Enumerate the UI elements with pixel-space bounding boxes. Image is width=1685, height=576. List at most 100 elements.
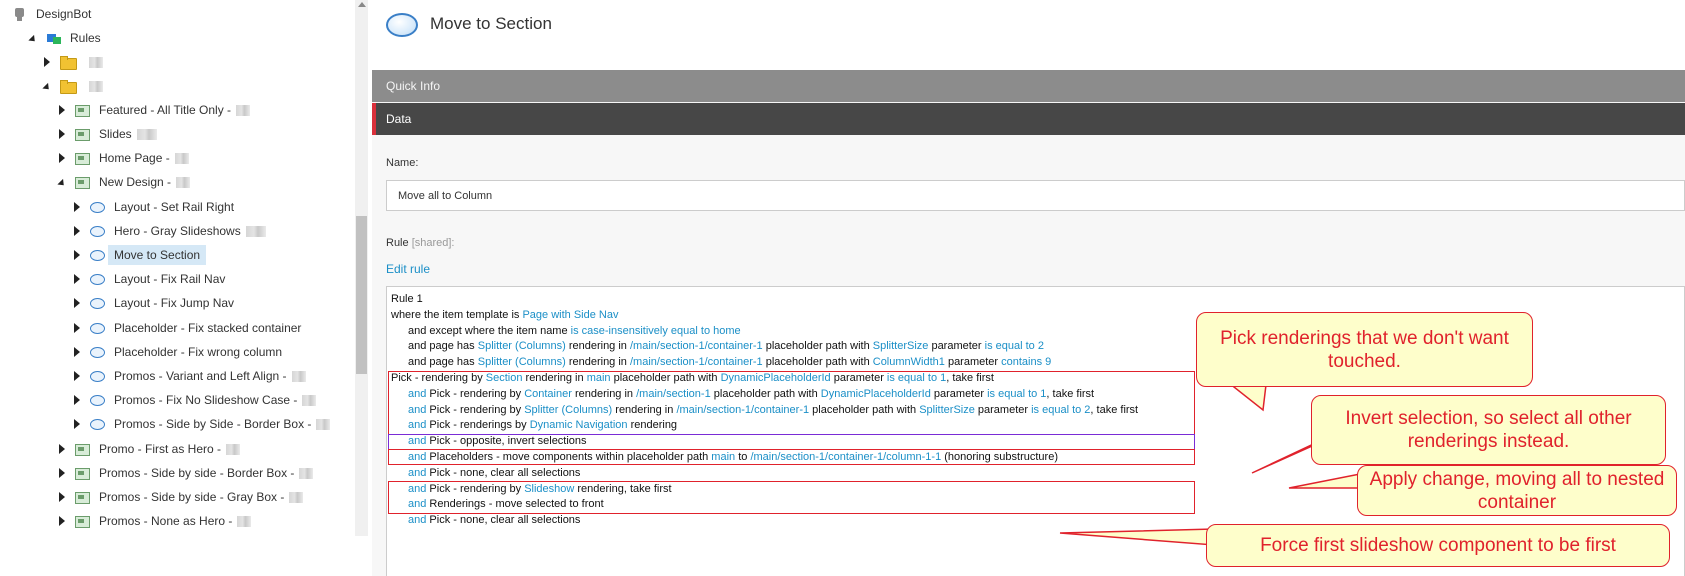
rule-parameter-link[interactable]: is case-insensitively equal to home — [571, 325, 741, 337]
rule-parameter-link[interactable]: is equal to 2 — [985, 340, 1044, 352]
page-title: Move to Section — [430, 14, 552, 33]
rule-parameter-link[interactable]: /main/section-1/container-1 — [630, 356, 763, 368]
edit-rule-link[interactable]: Edit rule — [386, 262, 430, 276]
expand-arrow-icon[interactable] — [57, 492, 67, 502]
tree-node-rule[interactable]: Placeholder - Fix wrong column — [72, 341, 282, 363]
tree-node-label: Rules — [70, 31, 101, 45]
rule-parameter-link[interactable]: and — [408, 483, 426, 495]
rule-parameter-link[interactable]: and — [408, 435, 426, 447]
expand-arrow-icon[interactable] — [57, 468, 67, 478]
expand-arrow-icon[interactable] — [72, 202, 82, 212]
rule-parameter-link[interactable]: SplitterSize — [919, 404, 975, 416]
expand-arrow-icon[interactable] — [72, 274, 82, 284]
scrollbar-thumb[interactable] — [356, 216, 367, 374]
rule-text: Placeholders - move components within pl… — [426, 451, 712, 463]
rule-parameter-link[interactable]: Splitter (Columns) — [478, 356, 566, 368]
expand-arrow-icon[interactable] — [57, 153, 67, 163]
expand-arrow-icon[interactable] — [72, 323, 82, 333]
rule-parameter-link[interactable]: and — [408, 451, 426, 463]
rule-item-icon — [75, 175, 91, 189]
expand-arrow-icon[interactable] — [72, 419, 82, 429]
tree-node-rule[interactable]: Promos - Variant and Left Align - — [72, 365, 306, 387]
tree-node-rules[interactable]: Rules — [28, 27, 101, 49]
tree-node-rule-item[interactable]: Promos - Side by side - Gray Box - — [57, 486, 304, 508]
expand-arrow-icon[interactable] — [42, 57, 52, 67]
rule-parameter-link[interactable]: Splitter (Columns) — [478, 340, 566, 352]
tree-node-rule[interactable]: Promos - Side by Side - Border Box - — [72, 413, 331, 435]
collapse-arrow-icon[interactable] — [28, 33, 38, 43]
tree-node-rule-item[interactable]: Promo - First as Hero - — [57, 438, 241, 460]
rule-parameter-link[interactable]: ColumnWidth1 — [873, 356, 945, 368]
rule-parameter-link[interactable]: and — [408, 514, 426, 526]
rule-parameter-link[interactable]: /main/section-1/container-1 — [630, 340, 763, 352]
expand-arrow-icon[interactable] — [72, 250, 82, 260]
rule-text: Rule 1 — [391, 293, 423, 305]
expand-arrow-icon[interactable] — [72, 395, 82, 405]
expand-arrow-icon[interactable] — [72, 298, 82, 308]
rule-parameter-link[interactable]: Dynamic Navigation — [530, 419, 628, 431]
tree-node-folder[interactable] — [42, 75, 103, 97]
rule-parameter-link[interactable]: and — [408, 498, 426, 510]
rule-parameter-link[interactable]: /main/section-1/container-1/column-1-1 — [750, 451, 941, 463]
section-data[interactable]: Data — [372, 103, 1685, 135]
tree-node-folder[interactable] — [42, 51, 103, 73]
name-field[interactable]: Move all to Column — [386, 180, 1685, 211]
rule-text: Pick - rendering by — [426, 403, 525, 416]
tree-node-rule-item[interactable]: Slides — [57, 123, 157, 145]
rule-item-icon — [75, 127, 91, 141]
rule-parameter-link[interactable]: /main/section-1 — [636, 388, 711, 400]
tree-node-rule-selected[interactable]: Move to Section — [72, 244, 207, 266]
expand-arrow-icon[interactable] — [57, 516, 67, 526]
expand-arrow-icon[interactable] — [57, 129, 67, 139]
section-quick-info[interactable]: Quick Info — [372, 70, 1685, 102]
tree-scrollbar[interactable] — [355, 0, 368, 536]
rule-parameter-link[interactable]: is equal to 1 — [987, 388, 1046, 400]
tree-node-rule-item[interactable]: Home Page - — [57, 147, 189, 169]
tree-node-rule[interactable]: Hero - Gray Slideshows — [72, 220, 266, 242]
callout-slideshow-first: Force first slideshow component to be fi… — [1206, 524, 1670, 567]
rule-parameter-link[interactable]: main — [587, 372, 611, 384]
expand-arrow-icon[interactable] — [72, 371, 82, 381]
rule-line: and Pick - none, clear all selections — [408, 466, 580, 480]
collapse-arrow-icon[interactable] — [42, 81, 52, 91]
collapse-arrow-icon[interactable] — [57, 177, 67, 187]
rule-parameter-link[interactable]: Page with Side Nav — [522, 309, 618, 321]
rule-text: and except where the item name — [408, 324, 571, 337]
rule-parameter-link[interactable]: Splitter (Columns) — [524, 404, 612, 416]
rule-parameter-link[interactable]: /main/section-1/container-1 — [676, 404, 809, 416]
tree-node-rule-item[interactable]: Promos - Side by side - Border Box - — [57, 462, 314, 484]
tree-node-rule-item[interactable]: Promos - None as Hero - — [57, 510, 252, 532]
tree-node-rule-item[interactable]: Featured - All Title Only - — [57, 99, 251, 121]
oval-icon — [90, 393, 106, 407]
scroll-up-arrow-icon[interactable] — [358, 2, 366, 7]
tree-node-label: Promo - First as Hero - — [99, 442, 222, 456]
rule-parameter-link[interactable]: Section — [486, 372, 523, 384]
tree-node-rule[interactable]: Layout - Fix Rail Nav — [72, 268, 225, 290]
tree-node-rule[interactable]: Promos - Fix No Slideshow Case - — [72, 389, 317, 411]
rule-parameter-link[interactable]: Slideshow — [524, 483, 574, 495]
tree-node-rule[interactable]: Layout - Fix Jump Nav — [72, 292, 234, 314]
tree-node-rule[interactable]: Layout - Set Rail Right — [72, 196, 234, 218]
rule-parameter-link[interactable]: main — [711, 451, 735, 463]
expand-arrow-icon[interactable] — [57, 444, 67, 454]
expand-arrow-icon[interactable] — [57, 105, 67, 115]
rule-parameter-link[interactable]: is equal to 2 — [1031, 404, 1090, 416]
tree-node-designbot[interactable]: DesignBot — [12, 3, 91, 25]
rule-shared-tag: [shared]: — [411, 237, 455, 249]
rule-line: and page has Splitter (Columns) renderin… — [408, 339, 1044, 353]
expand-arrow-icon[interactable] — [72, 226, 82, 236]
rule-parameter-link[interactable]: is equal to 1 — [887, 372, 946, 384]
rule-parameter-link[interactable]: Container — [524, 388, 572, 400]
rule-parameter-link[interactable]: and — [408, 419, 426, 431]
rule-parameter-link[interactable]: DynamicPlaceholderId — [721, 372, 831, 384]
rule-parameter-link[interactable]: and — [408, 404, 426, 416]
rule-parameter-link[interactable]: contains 9 — [1001, 356, 1051, 368]
rule-parameter-link[interactable]: and — [408, 388, 426, 400]
tree-node-rule[interactable]: Placeholder - Fix stacked container — [72, 317, 301, 339]
rule-parameter-link[interactable]: and — [408, 467, 426, 479]
tree-node-label: Layout - Fix Jump Nav — [114, 296, 235, 310]
rule-parameter-link[interactable]: DynamicPlaceholderId — [821, 388, 931, 400]
expand-arrow-icon[interactable] — [72, 347, 82, 357]
tree-node-rule-item[interactable]: New Design - — [57, 171, 191, 193]
rule-parameter-link[interactable]: SplitterSize — [873, 340, 929, 352]
